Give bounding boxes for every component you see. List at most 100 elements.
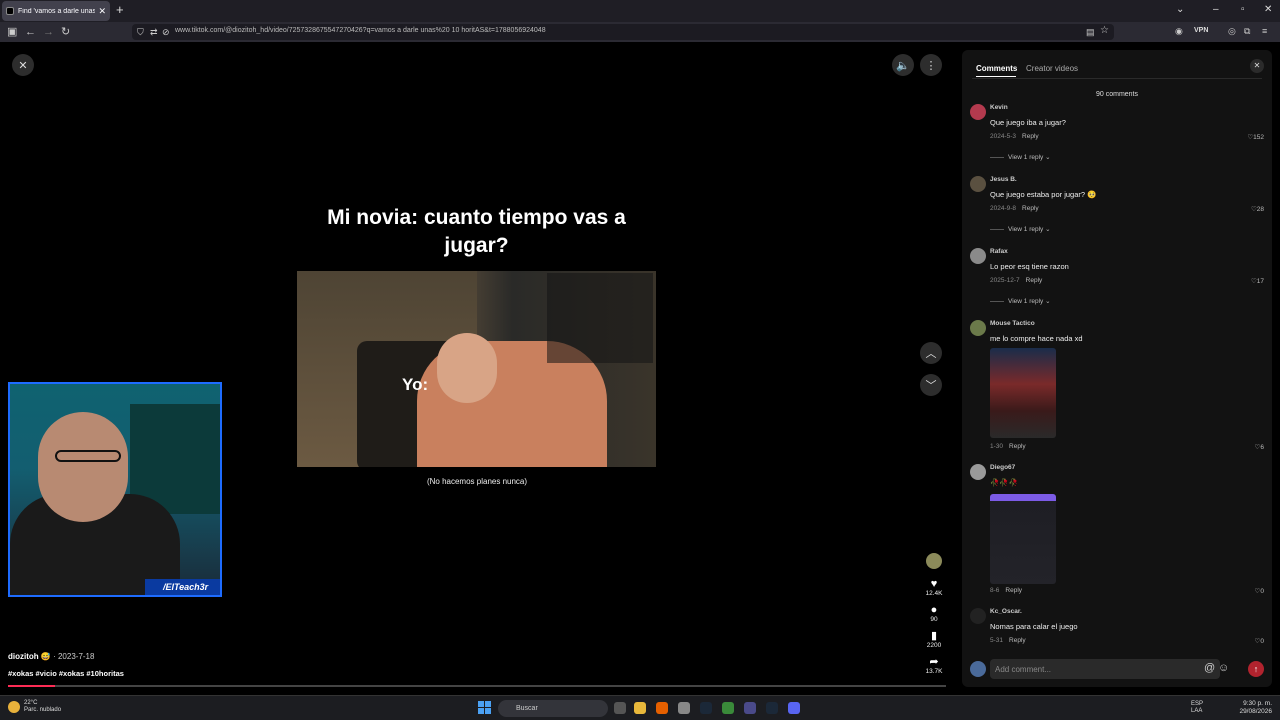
firefox-icon[interactable]: [656, 702, 668, 714]
comment-likes[interactable]: ♡28: [1251, 205, 1264, 213]
app-icon[interactable]: [678, 702, 690, 714]
video-chat-overlay: [547, 273, 653, 363]
maximize-button[interactable]: ▫: [1241, 4, 1245, 15]
share-button[interactable]: ➦ 13.7K: [922, 656, 946, 675]
close-tab-icon[interactable]: ✕: [98, 6, 106, 17]
video-frame[interactable]: [297, 271, 656, 467]
tab-list-icon[interactable]: ⌄: [1176, 4, 1184, 15]
comment-author[interactable]: Rafax: [990, 248, 1008, 255]
browser-tab[interactable]: Find 'vamos a darle unas 10 ho ✕: [2, 1, 110, 21]
volume-button[interactable]: 🔈: [892, 54, 914, 76]
user-avatar: [970, 661, 986, 677]
avatar[interactable]: [970, 176, 986, 192]
progress-fill: [8, 685, 55, 687]
view-replies-label: View 1 reply: [1008, 154, 1044, 161]
mention-icon[interactable]: @: [1204, 662, 1215, 674]
author-name[interactable]: diozitoh: [8, 652, 39, 661]
comment-meta: 2024-9-8 Reply: [990, 205, 1039, 212]
comment-author[interactable]: Kc_Oscar.: [990, 608, 1022, 615]
weather-widget[interactable]: 22°C Parc. nublado: [8, 700, 61, 714]
bookmark-star-icon[interactable]: ☆: [1100, 24, 1109, 38]
avatar[interactable]: [970, 464, 986, 480]
heart-icon: ♥: [930, 578, 938, 590]
account-icon[interactable]: ◎: [1228, 24, 1236, 38]
like-button[interactable]: ♥ 12.4K: [922, 578, 946, 597]
comment-image[interactable]: [990, 348, 1056, 438]
avatar[interactable]: [970, 104, 986, 120]
close-panel-button[interactable]: ✕: [1250, 59, 1264, 73]
avatar[interactable]: [970, 608, 986, 624]
sidebar-toggle-icon[interactable]: ▣: [7, 25, 17, 39]
steam-icon[interactable]: [700, 702, 712, 714]
comment-likes[interactable]: ♡0: [1255, 637, 1264, 645]
comment-likes[interactable]: ♡152: [1247, 133, 1264, 141]
weather-icon: [8, 701, 20, 713]
reply-button[interactable]: Reply: [1022, 205, 1039, 212]
forward-button[interactable]: →: [43, 25, 54, 39]
comment-button[interactable]: ● 90: [922, 604, 946, 623]
more-options-button[interactable]: ⋮: [920, 54, 942, 76]
next-video-button[interactable]: ﹀: [920, 374, 942, 396]
comment-image[interactable]: [990, 494, 1056, 584]
comment-author[interactable]: Kevin: [990, 104, 1008, 111]
reader-view-icon[interactable]: ▤: [1086, 25, 1095, 39]
close-video-button[interactable]: ✕: [12, 54, 34, 76]
comment-likes[interactable]: ♡0: [1255, 587, 1264, 595]
comment-input[interactable]: [990, 659, 1220, 679]
view-replies-button[interactable]: View 1 reply ⌄: [990, 297, 1051, 305]
reply-button[interactable]: Reply: [1026, 277, 1043, 284]
taskbar-search[interactable]: Buscar: [498, 700, 608, 717]
video-progress-bar[interactable]: [8, 685, 946, 687]
back-button[interactable]: ←: [25, 25, 36, 39]
camera-icon[interactable]: ◉: [1175, 24, 1183, 38]
previous-video-button[interactable]: ︿: [920, 342, 942, 364]
reload-button[interactable]: ↻: [61, 25, 70, 39]
lock-icon[interactable]: ⊘: [162, 25, 170, 39]
reply-button[interactable]: Reply: [1005, 587, 1022, 594]
reply-button[interactable]: Reply: [1009, 637, 1026, 644]
clock[interactable]: 9:30 p. m. 29/08/2026: [1239, 700, 1272, 716]
chrome-icon[interactable]: [722, 702, 734, 714]
tab-creator-videos[interactable]: Creator videos: [1026, 64, 1078, 73]
extensions-icon[interactable]: ⧉: [1244, 24, 1250, 38]
comment-likes[interactable]: ♡6: [1255, 443, 1264, 451]
hashtags[interactable]: #xokas #vicio #xokas #10horitas: [8, 669, 124, 678]
reply-button[interactable]: Reply: [1022, 133, 1039, 140]
comment-input-row: @ ☺ ↑: [970, 658, 1264, 680]
discord-icon[interactable]: [788, 702, 800, 714]
like-count: 12.4K: [925, 590, 943, 597]
comment-date: 5-31: [990, 637, 1004, 644]
steam-icon-2[interactable]: [766, 702, 778, 714]
comment-author[interactable]: Jesus B.: [990, 176, 1017, 183]
avatar[interactable]: [970, 248, 986, 264]
start-button[interactable]: [478, 701, 492, 715]
file-explorer-icon[interactable]: [634, 702, 646, 714]
emoji-icon[interactable]: ☺: [1218, 662, 1229, 674]
new-tab-button[interactable]: +: [116, 3, 124, 17]
view-replies-button[interactable]: View 1 reply ⌄: [990, 225, 1051, 233]
send-button[interactable]: ↑: [1248, 661, 1264, 677]
save-button[interactable]: ▮ 2200: [922, 630, 946, 649]
permissions-icon[interactable]: ⇄: [150, 25, 158, 39]
comment-text: Nomas para calar el juego: [990, 622, 1078, 631]
view-replies-label: View 1 reply: [1008, 226, 1044, 233]
reply-button[interactable]: Reply: [1009, 443, 1026, 450]
vpn-button[interactable]: VPN: [1194, 27, 1208, 34]
comment-author[interactable]: Diego67: [990, 464, 1015, 471]
app-icon-2[interactable]: [744, 702, 756, 714]
comment-meta: 2025-12-7 Reply: [990, 277, 1042, 284]
tab-comments[interactable]: Comments: [976, 64, 1017, 73]
view-replies-button[interactable]: View 1 reply ⌄: [990, 153, 1051, 161]
minimize-button[interactable]: –: [1213, 4, 1219, 15]
comment-likes[interactable]: ♡17: [1251, 277, 1264, 285]
avatar[interactable]: [970, 320, 986, 336]
comment-author[interactable]: Mouse Tactico: [990, 320, 1035, 327]
creator-avatar[interactable]: [926, 553, 942, 569]
shield-icon[interactable]: ⛉: [137, 25, 144, 39]
menu-icon[interactable]: ≡: [1262, 24, 1267, 38]
language-indicator[interactable]: ESP LAA: [1191, 701, 1203, 715]
task-view-icon[interactable]: [614, 702, 626, 714]
window-close-button[interactable]: ✕: [1264, 4, 1272, 15]
comment-date: 1-30: [990, 443, 1004, 450]
weather-text: Parc. nublado: [24, 707, 62, 713]
